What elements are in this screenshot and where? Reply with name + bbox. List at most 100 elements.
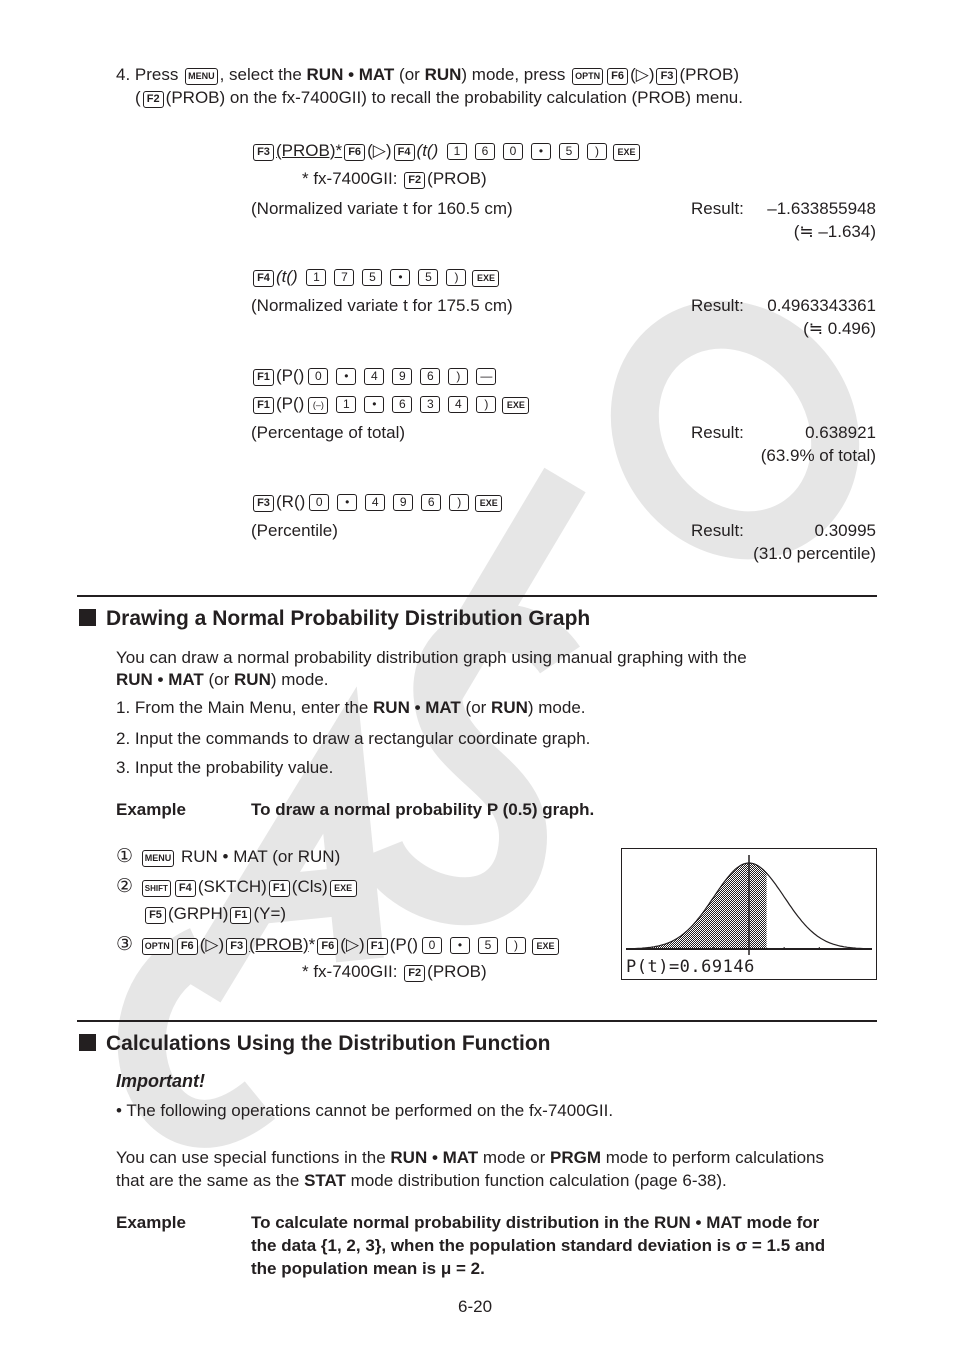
example-text: To draw a normal probability P (0.5) gra… [251,800,595,819]
section1-step3: 3. Input the probability value. [116,758,334,777]
dot-key-icon: • [336,368,357,385]
result-approx: (63.9% of total) [760,446,876,465]
calculator-screen: P(t)=0.69146 [621,848,877,980]
exe-key-icon: EXE [329,880,357,897]
digit-key-icon: 9 [393,494,414,511]
digit-key-icon: 1 [336,396,357,413]
result-label: Result: [691,521,744,540]
step4-line2: (F2 (PROB) on the fx-7400GII) to recall t… [135,88,743,108]
f5-key-icon: F5 [145,907,166,924]
exe-key-icon: EXE [532,938,560,955]
f6-key-icon: F6 [344,144,366,161]
shift-key-icon: SHIFT [141,880,171,897]
f6-key-icon: F6 [317,938,339,955]
keyseq-r: F3 (R() 0 • 4 9 6) EXE [251,492,504,512]
operation-1: ① MENU RUN • MAT (or RUN) [116,846,341,867]
dot-key-icon: • [364,396,385,413]
section1-intro2: RUN • MAT (or RUN) mode. [116,670,329,689]
menu-key-icon: MENU [141,850,175,867]
paren-key-icon: ) [476,396,497,413]
f3-key-icon: F3 [226,938,248,955]
result-label: Result: [691,296,744,315]
f1-key-icon: F1 [253,397,274,414]
result-value: –1.633855948 [767,199,876,218]
f4-key-icon: F4 [393,144,415,161]
digit-key-icon: 0 [309,494,330,511]
minus-key-icon: — [476,368,497,385]
negative-key-icon: (–) [308,397,329,414]
f1-key-icon: F1 [366,938,388,955]
paren-key-icon: ) [586,143,607,160]
digit-key-icon: 1 [446,143,467,160]
digit-key-icon: 0 [308,368,329,385]
keyseq-t160: F3 (PROB)* F6 (▷) F4 (t() 1 6 0 • 5) EXE [251,141,642,161]
shaded-probability-area [626,863,767,949]
section-heading-calculations: Calculations Using the Distribution Func… [79,1032,551,1056]
result-approx: (≒ –1.634) [793,222,876,241]
example-label: Example [116,800,186,819]
digit-key-icon: 9 [392,368,413,385]
result-approx: (31.0 percentile) [753,544,876,563]
digit-key-icon: 4 [365,494,386,511]
f6-key-icon: F6 [607,68,629,85]
dot-key-icon: • [450,937,471,954]
keyseq-p2: F1 (P() (–) 1 • 6 3 4) EXE [251,394,531,414]
digit-key-icon: 5 [418,269,439,286]
digit-key-icon: 6 [392,396,413,413]
footnote-t160: * fx-7400GII: F2 (PROB) [302,169,487,189]
exe-key-icon: EXE [472,270,500,287]
section2-para1: You can use special functions in the RUN… [116,1148,824,1167]
operation-3-footnote: * fx-7400GII: F2 (PROB) [302,962,487,982]
f1-key-icon: F1 [230,907,252,924]
digit-key-icon: 0 [422,937,443,954]
section2-para2: that are the same as the STAT mode distr… [116,1171,727,1190]
desc-p: (Percentage of total) [251,423,406,442]
f4-key-icon: F4 [174,880,196,897]
result-label: Result: [691,199,744,218]
f3-key-icon: F3 [656,68,678,85]
f3-key-icon: F3 [253,495,274,512]
paren-key-icon: ) [446,269,467,286]
digit-key-icon: 6 [474,143,495,160]
operation-2b: F5 (GRPH) F1 (Y=) [143,904,286,924]
keyseq-t175: F4 (t() 1 7 5 • 5) EXE [251,267,501,287]
optn-key-icon: OPTN [572,68,604,85]
section-heading-drawing: Drawing a Normal Probability Distributio… [79,607,590,631]
digit-key-icon: 7 [334,269,355,286]
result-value: 0.638921 [805,423,876,442]
digit-key-icon: 4 [364,368,385,385]
paren-key-icon: ) [448,368,469,385]
example-line1: To calculate normal probability distribu… [251,1213,820,1232]
digit-key-icon: 1 [306,269,327,286]
black-square-icon [79,1034,96,1051]
f6-key-icon: F6 [176,938,198,955]
operation-2: ② SHIFT F4 (SKTCH) F1 (Cls) EXE [116,875,359,898]
desc-t175: (Normalized variate t for 175.5 cm) [251,296,513,315]
operation-3: ③ OPTN F6 (▷) F3 (PROB)* F6 (▷) F1 (P() 0 • 5) EXE [116,933,561,956]
digit-key-icon: 6 [420,368,441,385]
result-value: 0.30995 [814,521,876,540]
digit-key-icon: 5 [478,937,499,954]
desc-t160: (Normalized variate t for 160.5 cm) [251,199,513,218]
section-divider [77,595,877,597]
optn-key-icon: OPTN [141,938,173,955]
example-label: Example [116,1213,186,1232]
f2-key-icon: F2 [404,965,426,982]
menu-key-icon: MENU [185,68,218,85]
f2-key-icon: F2 [404,172,426,189]
digit-key-icon: 5 [362,269,383,286]
black-square-icon [79,609,96,626]
step4-line1: 4. Press MENU, select the RUN • MAT (or … [116,65,739,85]
f1-key-icon: F1 [268,880,290,897]
important-bullet: • The following operations cannot be per… [116,1101,614,1120]
section1-step2: 2. Input the commands to draw a rectangu… [116,729,591,748]
digit-key-icon: 0 [502,143,523,160]
dot-key-icon: • [390,269,411,286]
probability-readout: P(t)=0.69146 [626,957,755,977]
f4-key-icon: F4 [253,270,274,287]
section1-step1: 1. From the Main Menu, enter the RUN • M… [116,698,586,717]
digit-key-icon: 6 [421,494,442,511]
paren-key-icon: ) [449,494,470,511]
digit-key-icon: 5 [558,143,579,160]
desc-r: (Percentile) [251,521,338,540]
